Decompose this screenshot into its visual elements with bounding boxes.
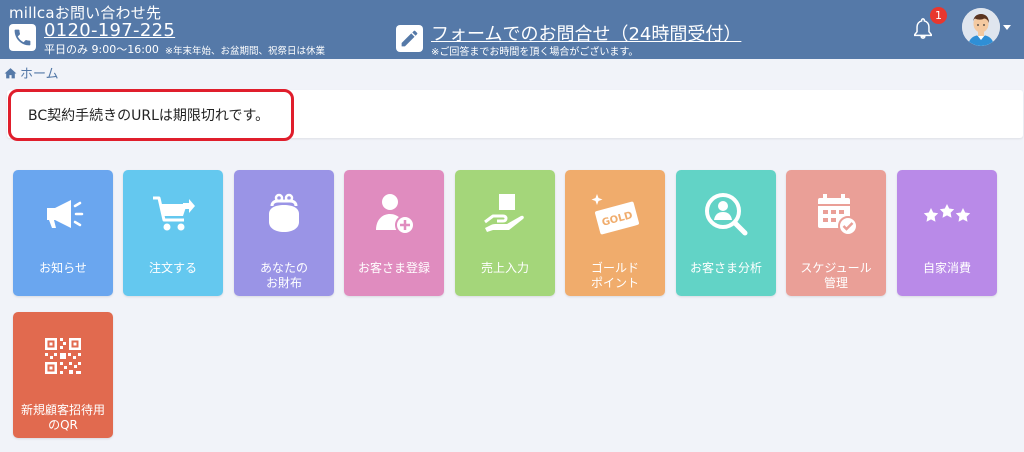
add-user-icon: [376, 194, 415, 235]
tile-label: お知らせ: [39, 261, 87, 275]
tile-self-consumption[interactable]: 自家消費: [897, 170, 997, 296]
phone-number-link[interactable]: 0120-197-225: [44, 20, 175, 41]
header-bar: millcaお問い合わせ先 0120-197-225 平日のみ 9:00〜16:…: [0, 0, 1024, 59]
notification-badge: 1: [930, 7, 947, 24]
wallet-icon: [269, 193, 299, 232]
tile-schedule[interactable]: スケジュール 管理: [786, 170, 886, 296]
tile-customer-register[interactable]: お客さま登録: [344, 170, 444, 296]
tile-label: 注文する: [148, 261, 197, 275]
tile-label: あなたの お財布: [259, 261, 308, 290]
bell-icon[interactable]: [912, 17, 934, 45]
avatar[interactable]: [962, 8, 1000, 46]
tile-label: お客さま分析: [689, 261, 762, 275]
tile-label: ゴールド ポイント: [590, 261, 639, 290]
home-icon: [4, 67, 17, 78]
form-note: ※ご回答までお時間を頂く場合がございます。: [431, 47, 639, 58]
tile-gold-point[interactable]: GOLD ゴールド ポイント: [565, 170, 665, 296]
cart-icon: [153, 196, 195, 231]
breadcrumb: ホーム: [4, 63, 59, 82]
tile-invite-qr[interactable]: 新規顧客招待用 のQR: [13, 312, 113, 438]
tile-notices[interactable]: お知らせ: [13, 170, 113, 296]
stars-icon: [923, 204, 971, 222]
chevron-down-icon[interactable]: [1003, 25, 1011, 30]
tile-customer-analysis[interactable]: お客さま分析: [676, 170, 776, 296]
qr-code-icon: [45, 338, 81, 374]
box-hand-icon: [484, 194, 524, 232]
tile-label: 売上入力: [480, 261, 529, 275]
alert-message: BC契約手続きのURLは期限切れです。: [28, 108, 270, 124]
holiday-note: ※年末年始、お盆期間、祝祭日は休業: [165, 46, 325, 57]
pencil-icon: [396, 25, 423, 52]
tile-label: お客さま登録: [357, 261, 430, 275]
gold-card-icon: GOLD: [591, 194, 639, 235]
tile-order[interactable]: 注文する: [123, 170, 223, 296]
tile-wallet[interactable]: あなたの お財布: [234, 170, 334, 296]
tile-label: スケジュール 管理: [800, 261, 872, 290]
user-search-icon: [705, 193, 748, 236]
tile-sales-entry[interactable]: 売上入力: [455, 170, 555, 296]
megaphone-icon: [47, 200, 84, 228]
calendar-check-icon: [818, 194, 858, 236]
business-hours: 平日のみ 9:00〜16:00: [44, 43, 159, 56]
tile-label: 新規顧客招待用 のQR: [20, 403, 105, 432]
tile-label: 自家消費: [922, 261, 971, 275]
phone-icon: [9, 24, 36, 51]
breadcrumb-home[interactable]: ホーム: [20, 63, 59, 82]
